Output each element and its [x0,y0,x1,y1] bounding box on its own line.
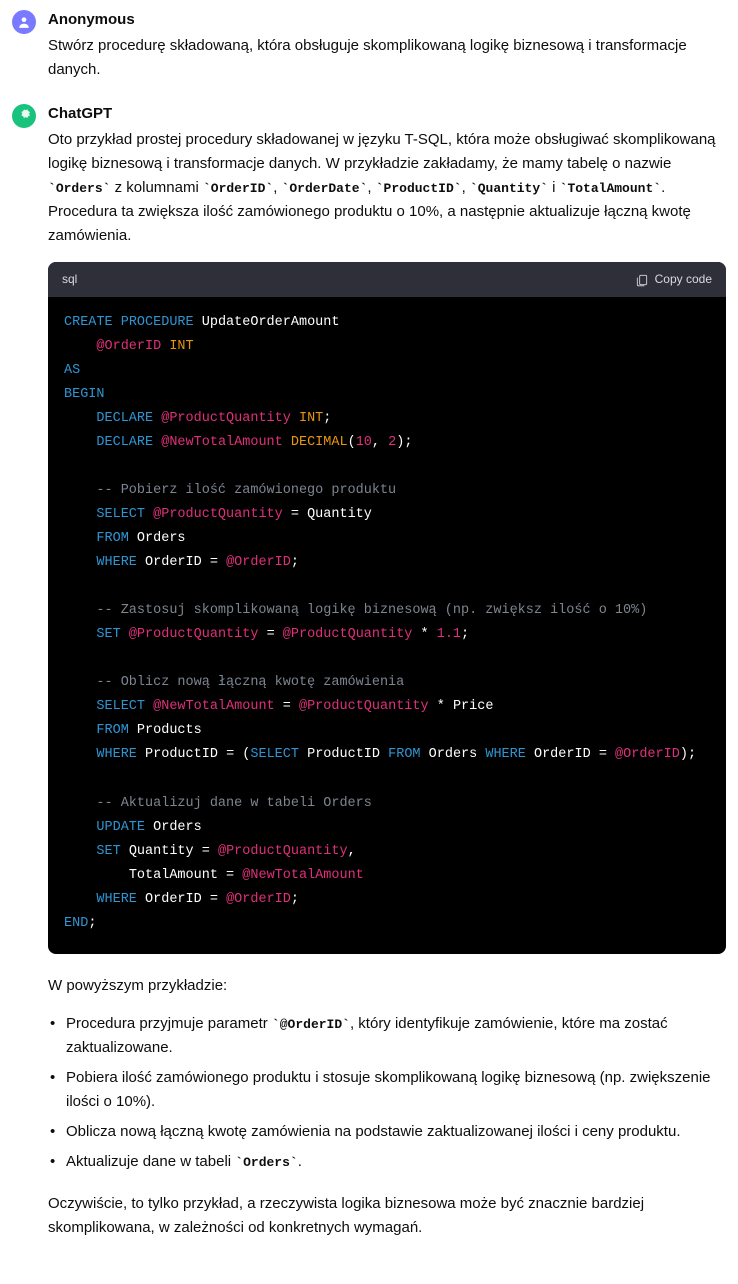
user-author: Anonymous [48,8,726,32]
code-content[interactable]: CREATE PROCEDURE UpdateOrderAmount @Orde… [48,297,726,953]
inline-code: `Orders` [48,181,110,196]
inline-code: `OrderID` [203,181,273,196]
list-item: Procedura przyjmuje parametr `@OrderID`,… [48,1012,726,1060]
person-icon [17,15,31,29]
inline-code: `Quantity` [470,181,548,196]
after-code-text: W powyższym przykładzie: [48,974,726,998]
code-header: sql Copy code [48,262,726,297]
assistant-intro: Oto przykład prostej procedury składowan… [48,128,726,248]
list-item: Aktualizuje dane w tabeli `Orders`. [48,1150,726,1174]
inline-code: `TotalAmount` [560,181,661,196]
assistant-content: Oto przykład prostej procedury składowan… [48,128,726,1240]
user-text: Stwórz procedurę składowaną, która obsłu… [48,34,726,82]
clipboard-icon [635,273,649,287]
user-avatar [12,10,36,34]
inline-code: `ProductID` [376,181,462,196]
outro-text: Oczywiście, to tylko przykład, a rzeczyw… [48,1192,726,1240]
user-content: Stwórz procedurę składowaną, która obsłu… [48,34,726,82]
list-item: Pobiera ilość zamówionego produktu i sto… [48,1066,726,1114]
inline-code: `Orders` [235,1155,297,1170]
assistant-avatar [12,104,36,128]
code-lang-label: sql [62,270,77,289]
assistant-author: ChatGPT [48,102,726,126]
assistant-message: ChatGPT Oto przykład prostej procedury s… [12,102,726,1240]
list-item: Oblicza nową łączną kwotę zamówienia na … [48,1120,726,1144]
bullet-list: Procedura przyjmuje parametr `@OrderID`,… [48,1012,726,1174]
copy-code-button[interactable]: Copy code [635,270,712,289]
inline-code: `@OrderID` [272,1017,350,1032]
openai-icon [16,108,32,124]
inline-code: `OrderDate` [282,181,368,196]
user-message: Anonymous Stwórz procedurę składowaną, k… [12,8,726,82]
code-block: sql Copy code CREATE PROCEDURE UpdateOrd… [48,262,726,954]
